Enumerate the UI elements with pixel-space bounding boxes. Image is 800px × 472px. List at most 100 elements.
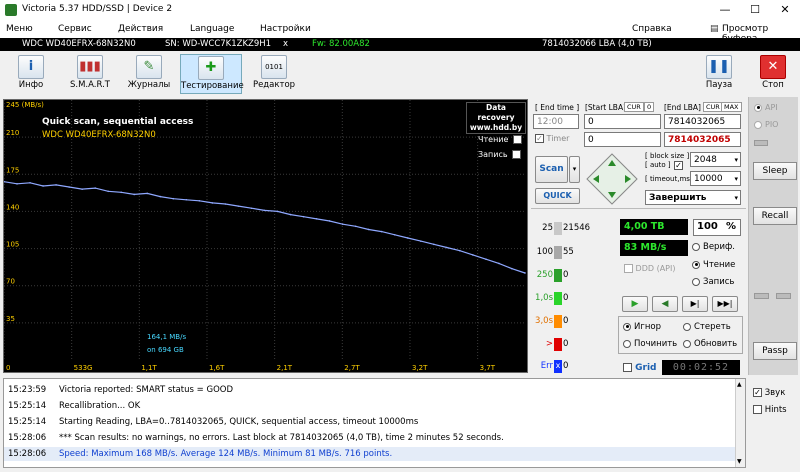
mode-read[interactable]: Чтение [692, 260, 735, 270]
menu-actions[interactable]: Действия [118, 24, 163, 34]
timeout-value: 10000 [694, 174, 723, 184]
ddd-checkbox[interactable] [624, 264, 633, 273]
pio-mode[interactable]: PIO [754, 120, 778, 129]
speed-graph[interactable]: 210 175 140 105 70 35 0 533G 1,1T 1,6T 2,1T 2,7T 3,2… [3, 99, 528, 373]
timer-field[interactable]: 0 [584, 132, 661, 147]
read-checkbox[interactable]: ✓ [512, 135, 522, 144]
drive-info-bar[interactable]: WDC WD40EFRX-68N32N0 SN: WD-WCC7K1ZKZ9H1… [0, 38, 800, 51]
end-time-field[interactable]: 12:00 [533, 114, 579, 129]
grid-toggle[interactable]: Grid [623, 363, 657, 373]
menu-settings[interactable]: Настройки [260, 24, 311, 34]
api-radio[interactable] [754, 103, 762, 112]
scroll-down-icon[interactable]: ▼ [737, 458, 742, 465]
mode-ignore[interactable]: Игнор [623, 322, 661, 332]
end-lba-cur-button[interactable]: CUR [703, 102, 723, 112]
write-toggle[interactable]: Запись ✓ [478, 150, 522, 159]
menu-main[interactable]: Меню [6, 24, 33, 34]
block-size-select[interactable]: 2048 ▾ [690, 152, 741, 167]
chevron-down-icon: ▾ [734, 194, 738, 202]
drive-close-x[interactable]: x [283, 39, 288, 49]
toolbar-smart[interactable]: ▮▮▮ S.M.A.R.T [62, 54, 118, 94]
log-panel[interactable]: 15:23:59 Victoria reported: SMART status … [3, 378, 746, 468]
sound-label: Звук [764, 388, 786, 398]
pause-button[interactable]: ❚❚ Пауза [694, 54, 744, 94]
erase-radio[interactable] [683, 322, 691, 331]
hints-toggle[interactable]: Hints [753, 405, 787, 415]
menu-help[interactable]: Справка [632, 24, 672, 34]
scroll-up-icon[interactable]: ▲ [737, 381, 742, 388]
timer-toggle[interactable]: ✓ Timer [535, 134, 569, 143]
quick-button[interactable]: QUICK [535, 188, 580, 204]
log-row-selected: 15:28:06 Speed: Maximum 168 MB/s. Average… [4, 447, 737, 461]
hex-editor-icon: 0101 [261, 55, 287, 79]
ignore-radio[interactable] [623, 322, 631, 331]
mode-update[interactable]: Обновить [683, 339, 737, 349]
hints-checkbox[interactable] [753, 405, 762, 414]
verify-radio[interactable] [692, 242, 700, 251]
mode-fix[interactable]: Починить [623, 339, 677, 349]
sound-checkbox[interactable]: ✓ [753, 388, 762, 397]
mode-erase[interactable]: Стереть [683, 322, 731, 332]
timer-checkbox[interactable]: ✓ [535, 134, 544, 143]
app-icon [5, 4, 17, 16]
skip-forward-button[interactable]: ▶| [682, 296, 708, 312]
start-lba-zero-button[interactable]: 0 [644, 102, 655, 112]
toolbar-journals[interactable]: ✎ Журналы [121, 54, 177, 94]
read-toggle[interactable]: Чтение ✓ [478, 135, 522, 144]
speed-point [263, 209, 266, 212]
play-button[interactable]: ▶ [622, 296, 648, 312]
pause-icon: ❚❚ [706, 55, 732, 79]
toolbar-editor[interactable]: 0101 Редактор [246, 54, 302, 94]
toolbar-info[interactable]: i Инфо [3, 54, 59, 94]
scan-button[interactable]: Scan [535, 156, 568, 183]
log-time: 15:25:14 [8, 417, 47, 427]
start-lba-field[interactable]: 0 [584, 114, 661, 129]
pio-radio[interactable] [754, 120, 762, 129]
close-button[interactable]: ✕ [770, 0, 800, 20]
read-speed-series [4, 181, 526, 274]
stop-button[interactable]: ✕ Стоп [748, 54, 798, 94]
sound-toggle[interactable]: ✓ Звук [753, 388, 785, 398]
rewind-button[interactable]: ◀ [652, 296, 678, 312]
minimize-button[interactable]: — [710, 0, 740, 20]
percent-display: 100 % [693, 219, 741, 236]
update-radio[interactable] [683, 339, 691, 348]
speed-point [341, 223, 344, 225]
counter-100-value: 55 [563, 247, 574, 257]
api-mode[interactable]: API [754, 103, 778, 112]
stop-icon: ✕ [760, 55, 786, 79]
read-radio[interactable] [692, 260, 700, 269]
scan-dropdown-icon[interactable]: ▾ [569, 156, 580, 183]
passp-button[interactable]: Passp [753, 342, 797, 360]
fix-radio[interactable] [623, 339, 631, 348]
write-radio[interactable] [692, 277, 700, 286]
menu-language[interactable]: Language [190, 24, 234, 34]
mode-write[interactable]: Запись [692, 277, 734, 287]
write-checkbox[interactable]: ✓ [512, 150, 522, 159]
direction-pad[interactable] [585, 152, 639, 206]
speed-point [42, 185, 44, 187]
sleep-button[interactable]: Sleep [753, 162, 797, 180]
auto-checkbox[interactable]: ✓ [674, 161, 683, 170]
x-tick-label: 3,2T [412, 364, 428, 372]
start-lba-cur-button[interactable]: CUR [624, 102, 644, 112]
speed-point [354, 225, 357, 228]
finish-action-select[interactable]: Завершить ▾ [645, 190, 741, 205]
recall-button[interactable]: Recall [753, 207, 797, 225]
menu-service[interactable]: Сервис [58, 24, 92, 34]
write-toggle-label: Запись [478, 150, 508, 159]
counter-1s-swatch [554, 292, 562, 305]
fix-label: Починить [634, 339, 678, 349]
grid-checkbox[interactable] [623, 363, 632, 372]
mode-verify[interactable]: Вериф. [692, 242, 735, 252]
toolbar-testing[interactable]: ✚ Тестирование [180, 54, 244, 94]
side-panel [748, 97, 798, 375]
end-lba-field[interactable]: 7814032065 [664, 114, 741, 129]
counter-over-value: 0 [563, 339, 569, 349]
log-scrollbar[interactable]: ▲ ▼ [735, 379, 745, 467]
skip-end-button[interactable]: ▶▶| [712, 296, 738, 312]
timeout-select[interactable]: 10000 ▾ [690, 171, 741, 186]
end-lba-max-button[interactable]: MAX [721, 102, 742, 112]
maximize-button[interactable]: ☐ [740, 0, 770, 20]
ddd-api-toggle[interactable]: DDD (API) [624, 264, 675, 273]
